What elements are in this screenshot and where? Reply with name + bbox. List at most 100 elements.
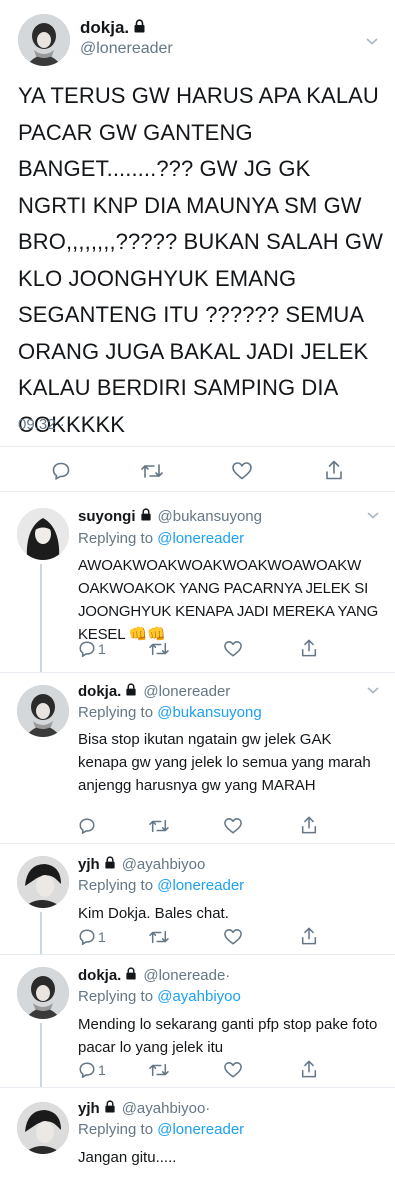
avatar[interactable] — [17, 856, 69, 908]
share-icon — [301, 1060, 317, 1078]
display-name[interactable]: dokja. — [78, 967, 121, 984]
reply-button[interactable]: 1 — [78, 928, 106, 946]
replying-label: Replying to — [78, 877, 154, 894]
replying-to: Replying to @lonereader — [78, 1121, 244, 1138]
divider — [0, 491, 395, 492]
like-button[interactable] — [223, 928, 243, 946]
lock-icon — [125, 683, 137, 700]
speech-bubble-icon — [79, 929, 95, 945]
timestamp[interactable]: 09.32 · — [18, 416, 65, 433]
reply-count: 1 — [98, 1062, 106, 1078]
replying-label: Replying to — [78, 530, 154, 547]
share-icon — [301, 639, 317, 657]
display-name[interactable]: suyongi — [78, 508, 136, 525]
retweet-icon — [149, 642, 169, 656]
display-name[interactable]: yjh — [78, 856, 100, 873]
replying-to: Replying to @ayahbiyoo — [78, 988, 241, 1005]
like-button[interactable] — [223, 1061, 243, 1079]
retweet-icon — [141, 464, 163, 478]
retweet-button[interactable] — [148, 1061, 170, 1079]
replying-label: Replying to — [78, 1121, 154, 1138]
tweet-text: AWOAKWOAKWOAKWOAKWOAWOAKW OAKWOAKOK YANG… — [78, 557, 379, 643]
thread-line — [40, 564, 42, 672]
thread-line — [40, 1023, 42, 1087]
retweet-icon — [149, 819, 169, 833]
chevron-down-icon[interactable] — [366, 685, 380, 695]
author-info: dokja. — [80, 18, 146, 38]
replying-to: Replying to @bukansuyong — [78, 704, 262, 721]
heart-icon — [232, 462, 252, 480]
speech-bubble-icon — [79, 1062, 95, 1078]
reply-tweet: dokja. @lonereader Replying to @bukansuy… — [0, 673, 395, 843]
author-info: yjh @ayahbiyoo — [78, 856, 205, 873]
author-info: suyongi @bukansuyong — [78, 508, 262, 525]
lock-icon — [140, 508, 152, 525]
replying-label: Replying to — [78, 704, 154, 721]
author-info: yjh @ayahbiyoo· — [78, 1100, 210, 1117]
retweet-icon — [149, 1063, 169, 1077]
main-tweet: dokja. @lonereader YA TERUS GW HARUS APA… — [0, 0, 395, 492]
share-button[interactable] — [300, 815, 318, 835]
tweet-text: Kim Dokja. Bales chat. — [78, 905, 229, 922]
avatar[interactable] — [17, 508, 69, 560]
like-button[interactable] — [231, 461, 253, 481]
speech-bubble-icon — [79, 641, 95, 657]
avatar[interactable] — [17, 967, 69, 1019]
lock-icon — [125, 967, 137, 984]
display-name[interactable]: dokja. — [78, 683, 121, 700]
retweet-button[interactable] — [148, 640, 170, 658]
display-name[interactable]: dokja. — [80, 18, 129, 38]
username[interactable]: @bukansuyong — [158, 508, 262, 525]
reply-button[interactable] — [51, 461, 71, 481]
retweet-button[interactable] — [140, 461, 164, 481]
heart-icon — [224, 641, 242, 657]
replying-to-link[interactable]: @lonereader — [157, 877, 244, 894]
author-info: dokja. @lonereade· — [78, 967, 230, 984]
retweet-button[interactable] — [148, 817, 170, 835]
share-icon — [301, 927, 317, 945]
share-button[interactable] — [300, 638, 318, 658]
lock-icon — [104, 856, 116, 873]
like-button[interactable] — [223, 640, 243, 658]
reply-tweet: suyongi @bukansuyong Replying to @lonere… — [0, 494, 395, 672]
tweet-text: Mending lo sekarang ganti pfp stop pake … — [78, 1016, 378, 1056]
divider — [0, 446, 395, 447]
author-info: dokja. @lonereader — [78, 683, 230, 700]
replying-to-link[interactable]: @lonereader — [157, 530, 244, 547]
share-button[interactable] — [300, 1059, 318, 1079]
username[interactable]: @ayahbiyoo· — [122, 1100, 211, 1117]
avatar[interactable] — [17, 685, 69, 737]
replying-to-link[interactable]: @bukansuyong — [157, 704, 261, 721]
username[interactable]: @lonereader — [80, 40, 173, 58]
thread-line — [40, 912, 42, 954]
retweet-button[interactable] — [148, 928, 170, 946]
share-button[interactable] — [300, 926, 318, 946]
replying-to-link[interactable]: @ayahbiyoo — [157, 988, 241, 1005]
reply-tweet: yjh @ayahbiyoo Replying to @lonereader K… — [0, 844, 395, 954]
tweet-text: YA TERUS GW HARUS APA KALAU PACAR GW GAN… — [18, 83, 384, 437]
share-button[interactable] — [324, 459, 344, 481]
reply-button[interactable]: 1 — [78, 1061, 106, 1079]
tweet-text: Bisa stop ikutan ngatain gw jelek GAK ke… — [78, 731, 371, 794]
display-name[interactable]: yjh — [78, 1100, 100, 1117]
chevron-down-icon[interactable] — [365, 36, 379, 46]
replying-to: Replying to @lonereader — [78, 530, 244, 547]
reply-button[interactable] — [78, 817, 96, 835]
avatar[interactable] — [18, 14, 70, 66]
heart-icon — [224, 1062, 242, 1078]
username[interactable]: @ayahbiyoo — [122, 856, 206, 873]
speech-bubble-icon — [79, 818, 95, 834]
username[interactable]: @lonereader — [143, 683, 230, 700]
tweet-text: Jangan gitu..... — [78, 1149, 177, 1166]
replying-label: Replying to — [78, 988, 154, 1005]
share-icon — [326, 460, 342, 480]
replying-to-link[interactable]: @lonereader — [157, 1121, 244, 1138]
avatar[interactable] — [17, 1102, 69, 1154]
chevron-down-icon[interactable] — [366, 510, 380, 520]
reply-button[interactable]: 1 — [78, 640, 106, 658]
reply-count: 1 — [98, 641, 106, 657]
reply-tweet: dokja. @lonereade· Replying to @ayahbiyo… — [0, 955, 395, 1087]
like-button[interactable] — [223, 817, 243, 835]
username[interactable]: @lonereade· — [143, 967, 230, 984]
lock-icon — [104, 1100, 116, 1117]
